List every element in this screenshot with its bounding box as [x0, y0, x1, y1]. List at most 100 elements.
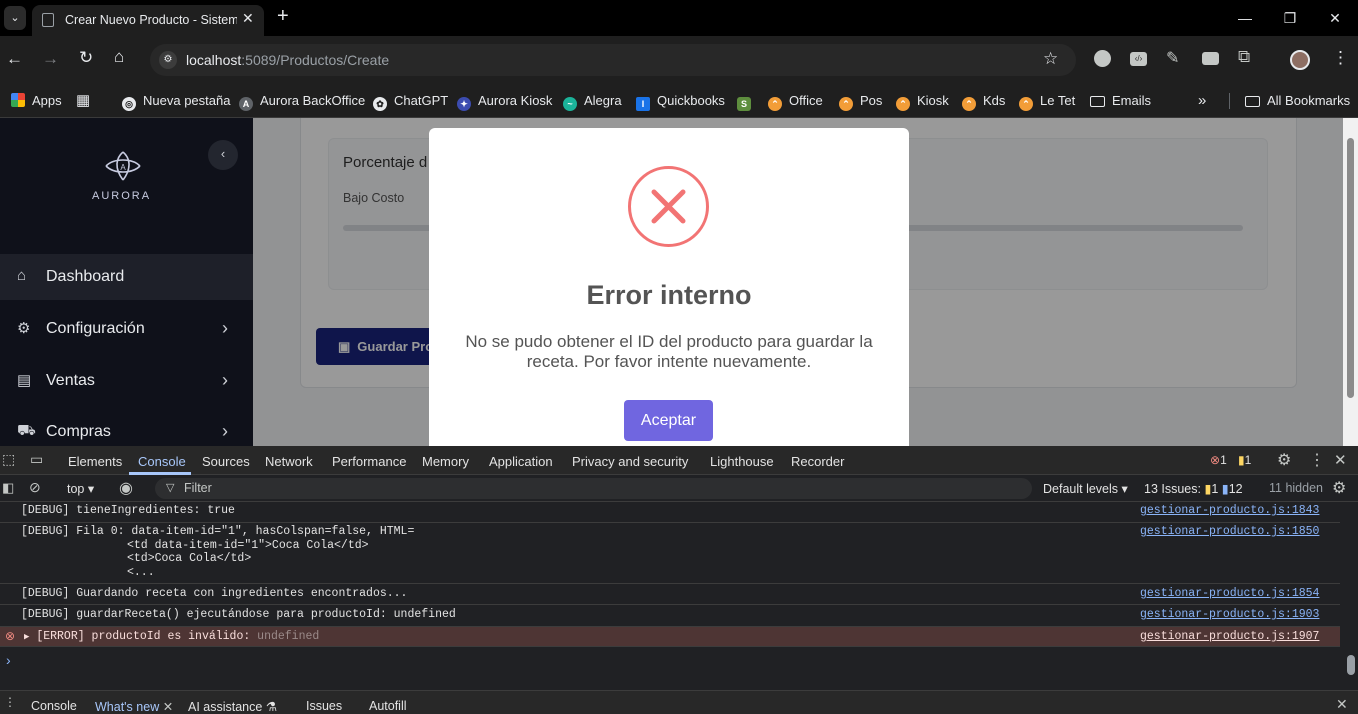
avatar[interactable] — [1290, 50, 1310, 70]
bookmark-kiosk[interactable]: ⌃ Kiosk — [896, 84, 949, 118]
log-text: [DEBUG] Guardando receta con ingrediente… — [21, 587, 408, 600]
source-link[interactable]: gestionar-producto.js:1907 — [1140, 630, 1319, 643]
inspect-element-icon[interactable]: ⬚ — [2, 451, 15, 468]
new-tab-button[interactable]: + — [277, 5, 289, 28]
source-link[interactable]: gestionar-producto.js:1843 — [1140, 504, 1319, 517]
drawer-tab-ai-assistance[interactable]: AI assistance ⚗ — [188, 699, 277, 714]
bookmark-aurora-kiosk[interactable]: ✦ Aurora Kiosk — [457, 84, 552, 118]
all-bookmarks[interactable]: All Bookmarks — [1245, 84, 1350, 118]
bookmark-pos[interactable]: ⌃ Pos — [839, 84, 882, 118]
flask-icon: ⚗ — [262, 700, 278, 714]
source-link[interactable]: gestionar-producto.js:1850 — [1140, 525, 1319, 539]
sidebar-item-configuracion[interactable]: ⚙ Configuración › — [0, 306, 253, 352]
bookmark-le-tet[interactable]: ⌃ Le Tet — [1019, 84, 1075, 118]
scroll-thumb[interactable] — [1347, 655, 1355, 675]
dialog-title: Error interno — [586, 280, 752, 310]
restore-button[interactable]: ❐ — [1275, 8, 1305, 28]
bookmark-quickbooks[interactable]: I Quickbooks — [636, 84, 725, 118]
expand-triangle-icon[interactable]: ▶ — [24, 632, 29, 642]
grid-icon[interactable]: ▦ — [76, 84, 90, 118]
error-count-badge[interactable]: ⊗1 — [1210, 453, 1227, 467]
sidebar-item-dashboard[interactable]: ⌂ Dashboard — [0, 254, 253, 300]
tab-privacy[interactable]: Privacy and security — [572, 454, 688, 469]
bookmark-alegra[interactable]: ~ Alegra — [563, 84, 622, 118]
reload-icon[interactable]: ↻ — [79, 48, 93, 68]
bookmark-apps[interactable]: Apps — [11, 84, 62, 118]
extension-icon-2[interactable]: ‹/› — [1130, 52, 1147, 66]
issues-counter[interactable]: 13 Issues: ▮1 ▮12 — [1144, 481, 1243, 496]
chevron-right-icon: › — [222, 370, 228, 390]
bookmark-label: Apps — [32, 93, 62, 108]
bookmark-emails[interactable]: Emails — [1090, 84, 1151, 118]
tab-sources[interactable]: Sources — [202, 454, 250, 469]
tab-network[interactable]: Network — [265, 454, 313, 469]
live-expression-eye-icon[interactable]: ◉ — [119, 478, 133, 498]
drawer-tab-autofill[interactable]: Autofill — [369, 699, 407, 713]
console-prompt[interactable]: › — [6, 652, 11, 668]
close-window-button[interactable]: ✕ — [1320, 8, 1350, 28]
bookmark-kds[interactable]: ⌃ Kds — [962, 84, 1005, 118]
aurora-logo: A — [102, 148, 144, 184]
context-selector[interactable]: top ▾ — [67, 481, 94, 496]
bookmark-label: Aurora Kiosk — [478, 93, 553, 108]
bookmark-nueva-pestana[interactable]: ◎ Nueva pestaña — [122, 84, 230, 118]
close-drawer-icon[interactable]: ✕ — [1336, 696, 1348, 713]
collapse-sidebar-button[interactable]: ‹ — [208, 140, 238, 170]
close-icon[interactable]: ✕ — [159, 700, 173, 714]
close-tab-icon[interactable]: ✕ — [242, 10, 254, 27]
tab-application[interactable]: Application — [489, 454, 553, 469]
eyedropper-icon[interactable]: ✎ — [1166, 48, 1179, 68]
drawer-tab-issues[interactable]: Issues — [306, 699, 342, 713]
close-devtools-icon[interactable]: ✕ — [1334, 451, 1347, 469]
warning-count-badge[interactable]: ▮1 — [1238, 453, 1251, 467]
source-link[interactable]: gestionar-producto.js:1854 — [1140, 587, 1319, 600]
bookmark-aurora-backoffice[interactable]: A Aurora BackOffice — [239, 84, 365, 118]
tab-lighthouse[interactable]: Lighthouse — [710, 454, 774, 469]
browser-tab[interactable]: Crear Nuevo Producto - Sistema ✕ — [32, 5, 264, 36]
page-scrollbar[interactable] — [1343, 118, 1358, 446]
bookmark-shopify[interactable]: S — [737, 84, 758, 118]
accept-button[interactable]: Aceptar — [624, 400, 713, 441]
log-levels-dropdown[interactable]: Default levels ▾ — [1043, 481, 1128, 496]
site-info-icon[interactable]: ⚙ — [159, 51, 177, 69]
bookmark-office[interactable]: ⌃ Office — [768, 84, 823, 118]
devtools-menu-icon[interactable]: ⋮ — [1309, 450, 1325, 470]
tab-recorder[interactable]: Recorder — [791, 454, 844, 469]
filter-input[interactable]: ▽ Filter — [155, 478, 1032, 499]
forward-icon[interactable]: → — [42, 49, 59, 69]
home-icon[interactable]: ⌂ — [114, 47, 124, 67]
sidebar-item-compras[interactable]: ⛟ Compras › — [0, 409, 253, 446]
tab-memory[interactable]: Memory — [422, 454, 469, 469]
console-error-message[interactable]: ⊗ ▶ [ERROR] productoId es inválido: unde… — [0, 627, 1340, 647]
console-settings-icon[interactable]: ⚙ — [1332, 478, 1346, 498]
extensions-puzzle-icon[interactable]: ⧉ — [1238, 47, 1250, 67]
camera-icon[interactable] — [1202, 52, 1219, 65]
back-icon[interactable]: ← — [6, 49, 23, 69]
tab-search-button[interactable]: ⌄ — [4, 6, 26, 30]
console-scrollbar[interactable] — [1344, 502, 1358, 690]
star-icon[interactable]: ☆ — [1043, 49, 1058, 69]
extension-icon-1[interactable] — [1094, 50, 1111, 67]
sidebar-item-ventas[interactable]: ▤ Ventas › — [0, 358, 253, 404]
more-bookmarks-icon[interactable]: » — [1198, 84, 1206, 118]
minimize-button[interactable]: — — [1230, 8, 1260, 28]
sidebar-toggle-icon[interactable]: ◧ — [2, 480, 14, 496]
omnibox[interactable]: ⚙ localhost:5089/Productos/Create ☆ — [150, 44, 1076, 76]
menu-kebab-icon[interactable]: ⋮ — [1332, 48, 1349, 68]
drawer-tab-whats-new[interactable]: What's new ✕ — [95, 699, 173, 714]
scroll-thumb[interactable] — [1347, 138, 1354, 398]
source-link[interactable]: gestionar-producto.js:1903 — [1140, 608, 1319, 621]
clear-console-icon[interactable]: ⊘ — [29, 479, 41, 496]
receipt-icon: ▤ — [17, 372, 32, 389]
tab-elements[interactable]: Elements — [68, 454, 122, 469]
tab-strip: ⌄ Crear Nuevo Producto - Sistema ✕ + — ❐… — [0, 0, 1358, 36]
sidebar-item-label: Ventas — [46, 372, 95, 389]
tab-console[interactable]: Console — [138, 454, 186, 469]
drawer-tab-console[interactable]: Console — [31, 699, 77, 713]
settings-gear-icon[interactable]: ⚙ — [1277, 450, 1291, 470]
drawer-menu-icon[interactable]: ⋮ — [4, 695, 16, 709]
tab-performance[interactable]: Performance — [332, 454, 406, 469]
device-toolbar-icon[interactable]: ▭ — [30, 451, 43, 468]
bookmark-chatgpt[interactable]: ✿ ChatGPT — [373, 84, 448, 118]
caret-down-icon: ▾ — [1121, 482, 1128, 496]
